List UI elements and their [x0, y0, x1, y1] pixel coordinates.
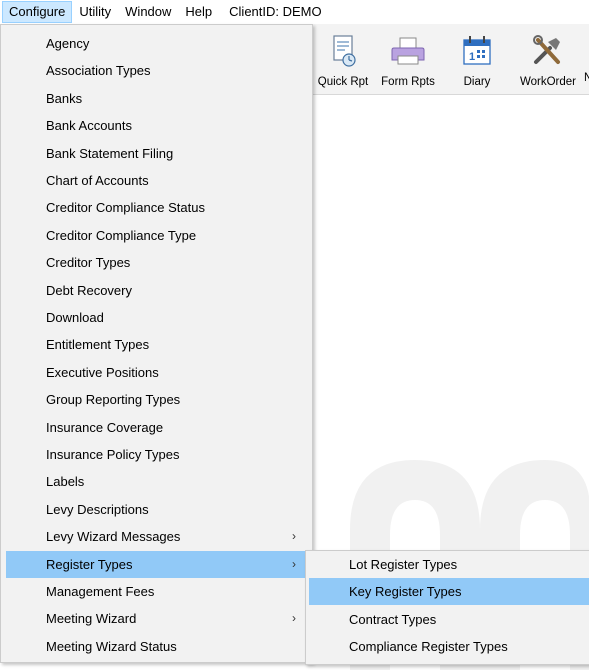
menu-item-label: Bank Accounts: [46, 118, 132, 134]
menu-item-creditor-compliance-type[interactable]: Creditor Compliance Type: [6, 222, 308, 249]
menu-item-executive-positions[interactable]: Executive Positions: [6, 359, 308, 386]
menu-item-insurance-policy-types[interactable]: Insurance Policy Types: [6, 441, 308, 468]
menu-item-label: Association Types: [46, 63, 151, 79]
menu-item-download[interactable]: Download: [6, 304, 308, 331]
diary-label: Diary: [463, 76, 491, 88]
submenu-item-label: Contract Types: [349, 611, 437, 627]
register-types-submenu: Lot Register Types Key Register Types Cont…: [305, 550, 589, 665]
menu-item-label: Banks: [46, 90, 83, 106]
workorder-button[interactable]: WorkOrder: [514, 28, 582, 90]
menu-item-label: Meeting Wizard Status: [46, 638, 177, 654]
chevron-right-icon: ›: [292, 611, 296, 626]
menu-item-register-types[interactable]: Register Types ›: [6, 550, 308, 578]
menu-item-label: Bank Statement Filing: [46, 145, 174, 161]
menu-item-debt-recovery[interactable]: Debt Recovery: [6, 277, 308, 304]
menu-utility[interactable]: Utility: [72, 1, 118, 23]
menu-item-label: Labels: [46, 474, 85, 490]
menu-item-label: Download: [46, 310, 104, 325]
menu-item-label: Chart of Accounts: [46, 173, 149, 188]
menu-item-creditor-types[interactable]: Creditor Types: [6, 249, 308, 276]
menu-item-bank-accounts[interactable]: Bank Accounts: [6, 112, 308, 139]
menu-item-label: Creditor Compliance Status: [46, 200, 205, 216]
form-reports-button[interactable]: Form Rpts: [377, 28, 439, 90]
menu-item-entitlement-types[interactable]: Entitlement Types: [6, 331, 308, 358]
diary-button[interactable]: 1 Diary: [447, 28, 507, 90]
chevron-right-icon: ›: [292, 556, 296, 571]
workorder-label: WorkOrder: [519, 76, 577, 88]
menu-item-creditor-compliance-status[interactable]: Creditor Compliance Status: [6, 194, 308, 221]
quick-report-button[interactable]: Quick Rpt: [312, 28, 374, 90]
menu-item-label: Entitlement Types: [46, 337, 150, 353]
menu-item-meeting-wizard-status[interactable]: Meeting Wizard Status: [6, 633, 308, 660]
submenu-item-compliance-register-types[interactable]: Compliance Register Types: [309, 633, 589, 660]
menu-item-management-fees[interactable]: Management Fees: [6, 578, 308, 605]
menu-item-chart-of-accounts[interactable]: Chart of Accounts: [6, 167, 308, 194]
menu-item-label: Levy Descriptions: [46, 501, 149, 517]
chevron-right-icon: ›: [292, 529, 296, 544]
menu-item-label: Insurance Coverage: [46, 419, 164, 435]
menu-item-label: Group Reporting Types: [46, 392, 181, 408]
menu-item-label: Debt Recovery: [46, 282, 132, 298]
menu-item-labels[interactable]: Labels: [6, 468, 308, 495]
menu-help[interactable]: Help: [178, 1, 219, 23]
menu-item-label: Levy Wizard Messages: [46, 529, 181, 545]
menu-item-bank-statement-filing[interactable]: Bank Statement Filing: [6, 140, 308, 167]
menu-item-label: Agency: [46, 36, 90, 51]
menu-item-label: Meeting Wizard: [46, 611, 137, 627]
submenu-item-label: Key Register Types: [349, 584, 462, 600]
configure-dropdown-menu: Agency Association Types Banks Bank Account…: [0, 24, 313, 663]
submenu-item-key-register-types[interactable]: Key Register Types: [309, 578, 589, 606]
printer-icon: [391, 37, 425, 65]
menu-item-levy-wizard-messages[interactable]: Levy Wizard Messages ›: [6, 523, 308, 550]
tools-icon: [533, 35, 560, 64]
submenu-item-label: Lot Register Types: [349, 557, 458, 572]
form-reports-label: Form Rpts: [381, 76, 435, 88]
menu-item-label: Management Fees: [46, 584, 155, 599]
calendar-icon: 1: [463, 36, 491, 65]
menu-item-label: Insurance Policy Types: [46, 447, 180, 462]
svg-text:1: 1: [469, 51, 475, 63]
submenu-item-lot-register-types[interactable]: Lot Register Types: [309, 551, 589, 578]
menu-item-label: Register Types: [46, 556, 133, 572]
submenu-item-contract-types[interactable]: Contract Types: [309, 606, 589, 633]
quick-report-icon: [333, 35, 356, 67]
client-id-label: ClientID: DEMO: [229, 4, 322, 19]
submenu-item-label: Compliance Register Types: [349, 639, 508, 655]
menu-item-label: Creditor Compliance Type: [46, 227, 197, 243]
menu-item-meeting-wizard[interactable]: Meeting Wizard ›: [6, 605, 308, 632]
menu-window[interactable]: Window: [118, 1, 178, 23]
toolbar-cut-off-label: N: [584, 72, 589, 84]
menu-configure[interactable]: Configure: [2, 1, 73, 23]
menu-item-label: Creditor Types: [46, 255, 131, 271]
quick-report-label: Quick Rpt: [317, 76, 369, 88]
menu-item-levy-descriptions[interactable]: Levy Descriptions: [6, 496, 308, 523]
menu-item-label: Executive Positions: [46, 364, 159, 380]
menu-item-agency[interactable]: Agency: [6, 30, 308, 57]
menu-item-banks[interactable]: Banks: [6, 85, 308, 112]
menu-item-association-types[interactable]: Association Types: [6, 57, 308, 84]
menu-item-insurance-coverage[interactable]: Insurance Coverage: [6, 414, 308, 441]
menu-item-group-reporting-types[interactable]: Group Reporting Types: [6, 386, 308, 413]
menu-bar: Configure Utility Window Help ClientID: …: [0, 0, 589, 24]
